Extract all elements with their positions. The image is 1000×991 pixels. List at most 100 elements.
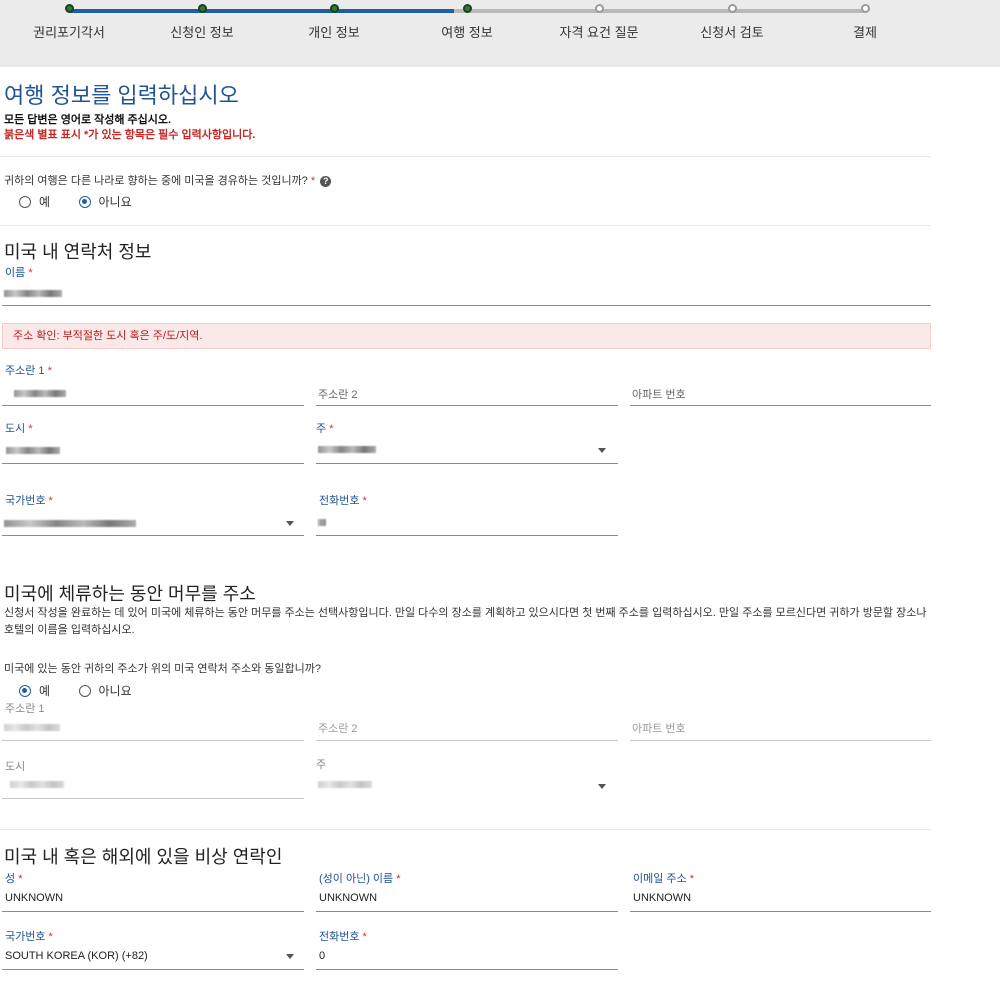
- address-error-alert: 주소 확인: 부적절한 도시 혹은 주/도/지역.: [2, 323, 931, 349]
- divider: [0, 156, 931, 157]
- radio-label: 아니요: [98, 684, 132, 698]
- field-label: 성 *: [5, 873, 23, 885]
- emergency-last-name-field[interactable]: 성 * UNKNOWN: [2, 870, 304, 912]
- step-travel-info[interactable]: 여행 정보: [397, 0, 537, 41]
- contact-state-select[interactable]: 주 *: [316, 420, 618, 464]
- field-label: 전화번호 *: [319, 495, 367, 507]
- english-note: 모든 답변은 영어로 작성해 주십시오.: [4, 114, 172, 126]
- field-underline: [316, 405, 618, 406]
- field-label: 국가번호 *: [5, 931, 53, 943]
- field-placeholder: 주소란 2: [318, 723, 358, 735]
- emergency-email-field[interactable]: 이메일 주소 * UNKNOWN: [630, 870, 931, 912]
- field-placeholder: 아파트 번호: [632, 389, 686, 401]
- radio-label: 예: [39, 195, 51, 209]
- field-label: 이메일 주소 *: [633, 873, 694, 885]
- caret-down-icon: [286, 521, 294, 526]
- field-underline: [316, 740, 618, 741]
- stay-address2-field: 주소란 2: [316, 700, 618, 741]
- required-mark: *: [310, 175, 316, 187]
- field-underline: [2, 463, 304, 464]
- step-pending-icon: [594, 4, 604, 13]
- page-title: 여행 정보를 입력하십시오: [4, 83, 239, 108]
- emergency-country-code-select[interactable]: 국가번호 * SOUTH KOREA (KOR) (+82): [2, 928, 304, 970]
- progress-stepper: 권리포기각서 신청인 정보 개인 정보 여행 정보 자격 요건 질문 신청서 검…: [0, 0, 1000, 67]
- caret-down-icon: [598, 784, 606, 789]
- step-complete-icon: [329, 4, 339, 13]
- step-label: 자격 요건 질문: [559, 25, 639, 40]
- contact-name-field[interactable]: 이름 *: [2, 264, 931, 306]
- step-personal-info[interactable]: 개인 정보: [264, 0, 404, 41]
- us-address-description: 신청서 작성을 완료하는 데 있어 미국에 체류하는 동안 머무를 주소는 선택…: [4, 607, 927, 636]
- stay-state-select: 주: [316, 756, 618, 799]
- field-value-redacted: [4, 388, 66, 400]
- step-complete-icon: [64, 4, 74, 13]
- contact-city-field[interactable]: 도시 *: [2, 420, 304, 464]
- radio-off-icon: [19, 195, 31, 208]
- step-pending-icon: [860, 4, 870, 13]
- field-underline: [2, 969, 304, 970]
- field-label: 도시: [5, 761, 26, 773]
- field-value-redacted: [318, 517, 326, 529]
- transit-radio-group: 예 아니요: [19, 193, 132, 213]
- step-pending-icon: [727, 4, 737, 13]
- field-label: 주소란 1 *: [5, 365, 52, 377]
- field-underline: [316, 463, 618, 464]
- step-label: 개인 정보: [308, 25, 360, 40]
- field-label: 이름 *: [5, 267, 33, 279]
- contact-phone-field[interactable]: 전화번호 *: [316, 492, 618, 536]
- step-review: 신청서 검토: [662, 0, 802, 41]
- field-label: 주소란 1: [5, 703, 45, 715]
- field-value: UNKNOWN: [633, 892, 692, 904]
- step-waiver[interactable]: 권리포기각서: [0, 0, 139, 41]
- stay-city-field: 도시: [2, 758, 304, 799]
- stay-apartment-field: 아파트 번호: [630, 700, 931, 741]
- step-applicant-info[interactable]: 신청인 정보: [132, 0, 272, 41]
- us-contact-heading: 미국 내 연락처 정보: [4, 242, 152, 262]
- step-label: 신청서 검토: [700, 25, 764, 40]
- step-current-icon: [462, 4, 472, 13]
- contact-country-code-select[interactable]: 국가번호 *: [2, 492, 304, 536]
- transit-yes-radio[interactable]: 예: [19, 193, 50, 210]
- question-circle-icon[interactable]: ?: [320, 175, 332, 187]
- required-note: 붉은색 별표 표시 *가 있는 항목은 필수 입력사항입니다.: [4, 129, 256, 141]
- contact-address1-field[interactable]: 주소란 1 *: [2, 362, 304, 406]
- field-underline: [630, 740, 931, 741]
- field-placeholder: 아파트 번호: [632, 723, 686, 735]
- divider: [0, 225, 931, 226]
- step-eligibility-questions: 자격 요건 질문: [529, 0, 669, 41]
- field-underline: [2, 305, 931, 306]
- field-value-redacted: [4, 445, 60, 457]
- step-label: 권리포기각서: [33, 25, 105, 40]
- contact-apartment-field[interactable]: 아파트 번호: [630, 362, 931, 406]
- field-label: 주: [316, 759, 327, 771]
- field-underline: [2, 798, 304, 799]
- field-value: UNKNOWN: [319, 892, 378, 904]
- same-address-no-radio[interactable]: 아니요: [78, 682, 132, 699]
- field-label: (성이 아닌) 이름 *: [319, 873, 401, 885]
- field-value-redacted: [318, 444, 376, 456]
- step-complete-icon: [197, 4, 207, 13]
- caret-down-icon: [598, 448, 606, 453]
- field-underline: [2, 740, 304, 741]
- emergency-first-name-field[interactable]: (성이 아닌) 이름 * UNKNOWN: [316, 870, 618, 912]
- same-address-yes-radio[interactable]: 예: [19, 682, 50, 699]
- field-value: UNKNOWN: [5, 892, 64, 904]
- emergency-phone-field[interactable]: 전화번호 * 0: [316, 928, 618, 970]
- field-label: 주 *: [316, 423, 334, 435]
- step-payment: 결제: [795, 0, 935, 41]
- radio-on-icon: [19, 684, 31, 697]
- field-underline: [2, 535, 304, 536]
- transit-question: 귀하의 여행은 다른 나라로 향하는 중에 미국을 경유하는 것입니까? * ?: [4, 172, 332, 188]
- field-underline: [630, 405, 931, 406]
- caret-down-icon: [286, 954, 294, 959]
- field-placeholder: 주소란 2: [318, 389, 358, 401]
- us-address-heading: 미국에 체류하는 동안 머무를 주소: [4, 584, 256, 604]
- contact-address2-field[interactable]: 주소란 2: [316, 362, 618, 406]
- stay-address1-field: 주소란 1: [2, 700, 304, 741]
- radio-on-icon: [78, 195, 91, 208]
- field-underline: [316, 535, 618, 536]
- transit-no-radio[interactable]: 아니요: [78, 193, 132, 210]
- radio-label: 아니요: [98, 195, 132, 209]
- step-label: 여행 정보: [441, 25, 493, 40]
- field-label: 도시 *: [5, 423, 33, 435]
